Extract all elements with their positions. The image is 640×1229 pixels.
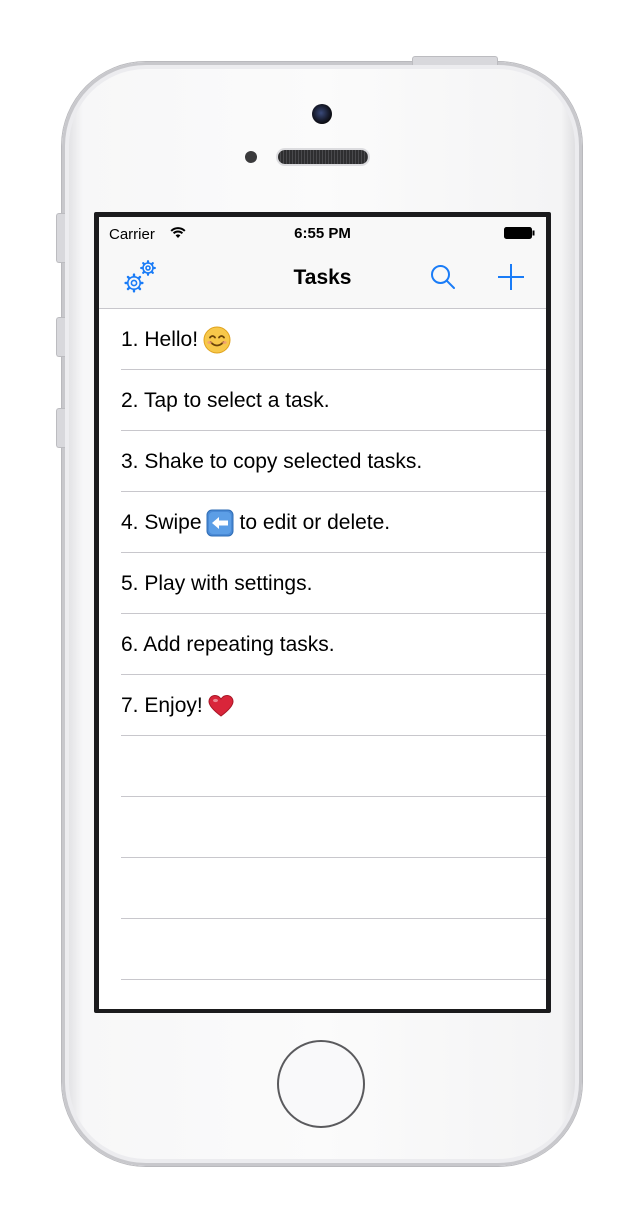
power-button — [412, 56, 498, 65]
app-screen: Carrier 6:55 PM Tasks 1. Hello! 2. Tap t… — [99, 217, 546, 1009]
task-text: 2. Tap to select a task. — [121, 389, 330, 412]
task-label-after: to edit or delete. — [239, 511, 391, 534]
status-time: 6:55 PM — [294, 225, 351, 242]
smiling-face-emoji-icon — [203, 326, 231, 354]
status-bar: Carrier 6:55 PM — [99, 217, 546, 251]
home-button[interactable] — [277, 1040, 365, 1128]
proximity-sensor — [245, 151, 257, 163]
add-icon[interactable] — [497, 263, 525, 291]
left-arrow-emoji-icon — [206, 509, 234, 537]
task-text: 4. Swipe to edit or delete. — [121, 492, 390, 553]
task-text: 5. Play with settings. — [121, 572, 313, 595]
search-icon[interactable] — [429, 263, 457, 291]
task-text: 7. Enjoy! — [121, 675, 235, 736]
task-row[interactable]: 4. Swipe to edit or delete. — [99, 492, 546, 553]
page-title: Tasks — [293, 266, 352, 289]
battery-icon — [504, 227, 535, 239]
task-row[interactable]: 1. Hello! — [99, 309, 546, 370]
empty-row — [99, 797, 546, 858]
empty-row — [99, 736, 546, 797]
task-row[interactable]: 7. Enjoy! — [99, 675, 546, 736]
earpiece-speaker — [278, 150, 368, 164]
task-row[interactable]: 3. Shake to copy selected tasks. — [99, 431, 546, 492]
front-camera — [312, 104, 332, 124]
empty-row — [99, 919, 546, 980]
task-row[interactable]: 2. Tap to select a task. — [99, 370, 546, 431]
task-row[interactable]: 5. Play with settings. — [99, 553, 546, 614]
task-label: 7. Enjoy! — [121, 694, 203, 717]
mute-switch — [56, 213, 65, 263]
task-text: 1. Hello! — [121, 309, 232, 370]
navigation-bar: Tasks — [99, 251, 546, 309]
task-list: 1. Hello! 2. Tap to select a task. 3. Sh… — [99, 309, 546, 980]
task-label: 1. Hello! — [121, 328, 199, 351]
empty-row — [99, 858, 546, 919]
red-heart-emoji-icon — [208, 695, 234, 718]
task-row[interactable]: 6. Add repeating tasks. — [99, 614, 546, 675]
volume-up-button — [56, 317, 65, 357]
volume-down-button — [56, 408, 65, 448]
task-text: 3. Shake to copy selected tasks. — [121, 450, 423, 473]
settings-gears-icon[interactable] — [120, 257, 160, 297]
task-text: 6. Add repeating tasks. — [121, 633, 335, 656]
task-label-before: 4. Swipe — [121, 511, 202, 534]
